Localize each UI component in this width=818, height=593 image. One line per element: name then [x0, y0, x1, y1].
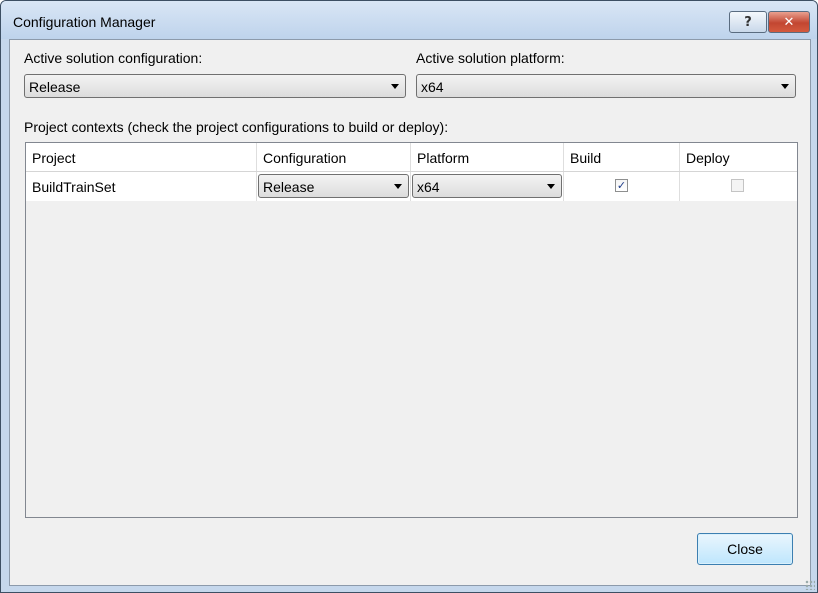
deploy-checkbox[interactable]	[731, 179, 744, 192]
build-cell: ✓	[564, 172, 680, 201]
column-header-deploy[interactable]: Deploy	[680, 143, 797, 171]
window-title: Configuration Manager	[13, 14, 156, 30]
chevron-down-icon	[391, 84, 399, 89]
active-platform-dropdown[interactable]: x64	[416, 74, 796, 98]
column-header-platform[interactable]: Platform	[411, 143, 564, 171]
resize-grip[interactable]	[805, 580, 815, 590]
active-config-dropdown[interactable]: Release	[24, 74, 406, 98]
active-platform-label: Active solution platform:	[416, 50, 565, 66]
table-row[interactable]: BuildTrainSet Release x64 ✓	[26, 172, 797, 202]
deploy-cell	[680, 172, 797, 201]
active-config-label: Active solution configuration:	[24, 50, 203, 66]
configuration-cell: Release	[257, 172, 411, 201]
chevron-down-icon	[781, 84, 789, 89]
active-platform-value: x64	[421, 79, 444, 95]
grid-header-row: Project Configuration Platform Build Dep…	[26, 143, 797, 172]
column-header-project[interactable]: Project	[26, 143, 257, 171]
window-close-button[interactable]: ✕	[768, 11, 810, 33]
title-bar[interactable]: Configuration Manager ? ✕	[1, 1, 817, 39]
platform-cell: x64	[411, 172, 564, 201]
help-button[interactable]: ?	[729, 11, 767, 33]
project-config-value: Release	[263, 179, 315, 195]
project-contexts-label: Project contexts (check the project conf…	[24, 119, 449, 135]
active-config-value: Release	[29, 79, 81, 95]
help-icon: ?	[744, 14, 752, 30]
project-config-dropdown[interactable]: Release	[258, 174, 409, 198]
configuration-manager-window: Configuration Manager ? ✕ Active solutio…	[0, 0, 818, 593]
close-icon: ✕	[783, 14, 795, 30]
project-contexts-grid[interactable]: Project Configuration Platform Build Dep…	[25, 142, 798, 518]
project-cell: BuildTrainSet	[26, 172, 257, 201]
chevron-down-icon	[547, 184, 555, 189]
project-platform-value: x64	[417, 179, 440, 195]
chevron-down-icon	[394, 184, 402, 189]
column-header-configuration[interactable]: Configuration	[257, 143, 411, 171]
project-platform-dropdown[interactable]: x64	[412, 174, 562, 198]
project-name: BuildTrainSet	[32, 179, 116, 195]
checkmark-icon: ✓	[616, 179, 627, 192]
close-button[interactable]: Close	[697, 533, 793, 565]
column-header-build[interactable]: Build	[564, 143, 680, 171]
dialog-client-area: Active solution configuration: Release A…	[9, 39, 811, 586]
build-checkbox[interactable]: ✓	[615, 179, 628, 192]
